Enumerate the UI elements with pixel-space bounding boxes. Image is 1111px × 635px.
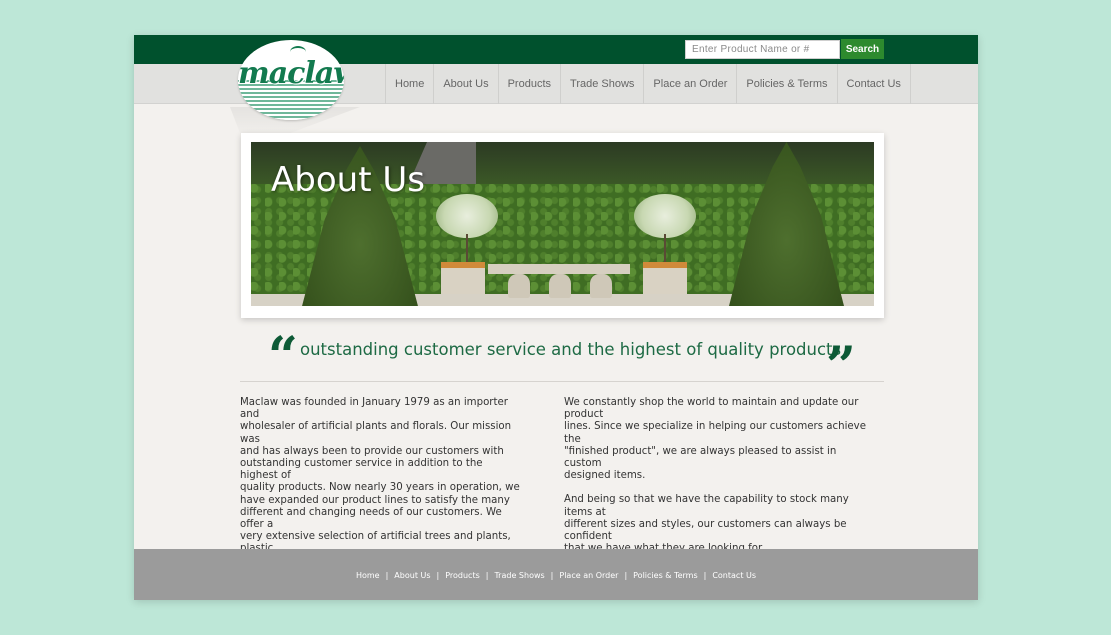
stone-bench [488,264,630,274]
nav-about-us[interactable]: About Us [434,64,499,104]
search-button[interactable]: Search [841,39,884,59]
main-nav: Home About Us Products Trade Shows Place… [385,64,911,104]
stock-paragraph: And being so that we have the capability… [564,494,849,554]
footer-link-home[interactable]: Home [356,571,380,580]
planter-left [441,262,485,296]
nav-trade-shows[interactable]: Trade Shows [561,64,645,104]
close-quote-mark: ” [826,336,856,397]
footer-separator: | [550,571,554,580]
footer-link-contact-us[interactable]: Contact Us [712,571,756,580]
bench-leg [590,274,612,298]
nav-place-an-order[interactable]: Place an Order [644,64,738,104]
website-frame: Search Home About Us Products Trade Show… [134,35,978,600]
open-quote-mark: “ [268,326,298,387]
product-search-input[interactable] [685,40,840,59]
content-column-right: We constantly shop the world to maintain… [564,397,874,555]
nav-contact-us[interactable]: Contact Us [838,64,911,104]
bench-leg [549,274,571,298]
planter-right [643,262,687,296]
footer-link-products[interactable]: Products [445,571,480,580]
footer: Home | About Us | Products | Trade Shows… [134,549,978,600]
footer-separator: | [436,571,440,580]
content-divider [240,381,884,382]
topiary-trunk-left [466,234,468,264]
tagline-text: outstanding customer service and the hig… [300,340,842,359]
footer-link-trade-shows[interactable]: Trade Shows [494,571,544,580]
footer-separator: | [703,571,707,580]
footer-separator: | [385,571,389,580]
hero-banner: About Us [241,133,884,318]
nav-policies-terms[interactable]: Policies & Terms [737,64,838,104]
page-title: About Us [271,160,425,200]
topiary-trunk-right [664,234,666,264]
footer-separator: | [485,571,489,580]
footer-link-place-an-order[interactable]: Place an Order [559,571,618,580]
nav-home[interactable]: Home [386,64,435,104]
nav-products[interactable]: Products [499,64,562,104]
topiary-tree-right [634,194,696,238]
footer-separator: | [624,571,628,580]
footer-link-about-us[interactable]: About Us [394,571,430,580]
shopping-paragraph: We constantly shop the world to maintain… [564,397,866,482]
garden-hero-image: About Us [251,142,874,306]
maclaw-logo[interactable]: maclaw [238,40,344,120]
logo-wordmark: maclaw [238,56,344,91]
topiary-tree-left [436,194,498,238]
bench-leg [508,274,530,298]
footer-nav: Home | About Us | Products | Trade Shows… [134,571,978,580]
footer-link-policies-terms[interactable]: Policies & Terms [633,571,697,580]
